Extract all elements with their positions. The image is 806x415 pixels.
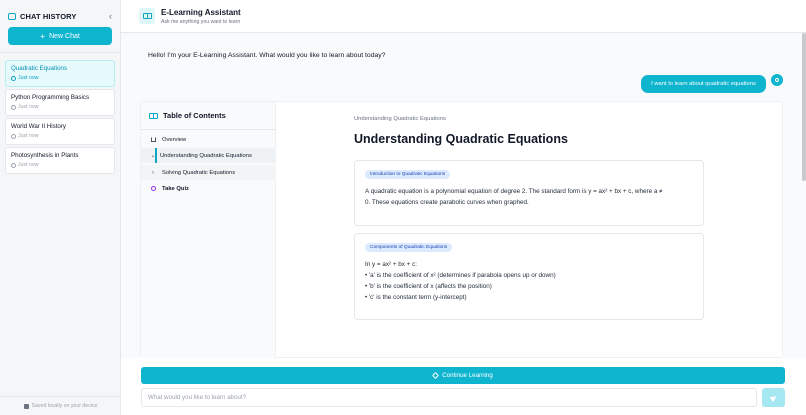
new-chat-button[interactable]: + New Chat (8, 27, 112, 45)
toc-divider (141, 129, 276, 130)
clock-icon (11, 104, 16, 110)
chat-item-time: Just now (11, 104, 109, 110)
card-line: In y = ax² + bx + c: (365, 261, 417, 268)
section-badge: Components of Quadratic Equations (365, 243, 453, 252)
chat-history-item-quadratic[interactable]: Quadratic Equations Just now (5, 60, 115, 87)
card-line: • 'a' is the coefficient of x² (determin… (365, 272, 556, 279)
chat-history-item-photosynthesis[interactable]: Photosynthesis in Plants Just now (5, 147, 115, 174)
card-line: • 'c' is the constant term (y-intercept) (365, 294, 467, 301)
table-of-contents: Table of Contents Overview ⌄ Understandi… (141, 102, 276, 358)
chat-scrollbar[interactable] (802, 33, 806, 181)
chat-history-sidebar: CHAT HISTORY ‹ + New Chat Quadratic Equa… (0, 0, 121, 415)
book-open-icon (149, 112, 158, 119)
saved-locally-text: Saved locally on your device (31, 403, 98, 409)
quiz-icon (147, 186, 159, 191)
toc-item-label: Solving Quadratic Equations (162, 169, 236, 176)
lesson-content: Understanding Quadratic Equations Unders… (276, 102, 784, 358)
send-button[interactable] (762, 388, 785, 407)
card-line: • 'b' is the coefficient of x (affects t… (365, 283, 492, 290)
app-header: E-Learning Assistant Ask me anything you… (121, 0, 806, 33)
chat-input[interactable] (141, 388, 757, 407)
chat-item-time-label: Just now (18, 133, 39, 139)
chat-item-time: Just now (11, 162, 109, 168)
sidebar-footer: Saved locally on your device (0, 396, 121, 415)
chat-item-time-label: Just now (18, 162, 39, 168)
toc-item-quiz[interactable]: Take Quiz (141, 181, 276, 196)
sidebar-title: CHAT HISTORY (20, 11, 77, 21)
breadcrumb: Understanding Quadratic Equations (354, 116, 446, 122)
send-icon (769, 393, 778, 402)
save-icon (23, 403, 29, 409)
lesson-title: Understanding Quadratic Equations (354, 132, 568, 146)
chevron-down-icon: ⌄ (150, 153, 156, 159)
card-text: In y = ax² + bx + c: • 'a' is the coeffi… (365, 259, 695, 303)
card-line: A quadratic equation is a polynomial equ… (365, 188, 663, 195)
chat-bubble-icon (8, 12, 16, 20)
sidebar-divider (0, 52, 121, 53)
new-chat-label: New Chat (49, 32, 80, 40)
toc-title: Table of Contents (163, 111, 226, 120)
chat-item-time-label: Just now (18, 75, 39, 81)
chat-item-title: Quadratic Equations (11, 65, 68, 72)
chevron-right-icon: › (152, 169, 154, 176)
chat-item-title: Photosynthesis in Plants (11, 152, 79, 159)
active-indicator (155, 148, 157, 163)
toc-item-label: Overview (162, 136, 187, 143)
user-icon (775, 78, 779, 82)
sidebar-header: CHAT HISTORY ‹ (8, 10, 114, 22)
toc-item-overview[interactable]: Overview (141, 132, 276, 147)
lesson-card-intro: Introduction to Quadratic Equations A qu… (354, 160, 704, 226)
chat-area[interactable]: Hello! I'm your E-Learning Assistant. Wh… (121, 33, 806, 358)
clock-icon (11, 75, 16, 81)
app-title: E-Learning Assistant (161, 8, 241, 17)
toc-header: Table of Contents (149, 111, 226, 120)
continue-learning-label: Continue Learning (442, 372, 493, 379)
assistant-message: Hello! I'm your E-Learning Assistant. Wh… (148, 52, 386, 59)
section-badge: Introduction to Quadratic Equations (365, 170, 451, 179)
book-icon (139, 8, 155, 24)
clock-icon (11, 162, 16, 168)
user-message: I want to learn about quadratic equation… (641, 75, 766, 93)
toc-item-label: Understanding Quadratic Equations (160, 152, 252, 159)
plus-icon: + (40, 31, 46, 41)
chat-item-time-label: Just now (18, 104, 39, 110)
card-line: 0. These equations create parabolic curv… (365, 199, 529, 206)
chat-history-item-ww2[interactable]: World War II History Just now (5, 118, 115, 145)
sparkle-icon (432, 371, 440, 380)
user-avatar (771, 74, 783, 86)
toc-item-label: Take Quiz (162, 185, 189, 192)
lesson-card-components: Components of Quadratic Equations In y =… (354, 233, 704, 320)
lesson-panel: Table of Contents Overview ⌄ Understandi… (140, 101, 783, 358)
chat-item-title: Python Programming Basics (11, 94, 90, 101)
continue-learning-button[interactable]: Continue Learning (141, 367, 785, 384)
chevron-left-icon[interactable]: ‹ (109, 10, 112, 22)
card-text: A quadratic equation is a polynomial equ… (365, 186, 695, 208)
chat-item-title: World War II History (11, 123, 67, 130)
home-icon (147, 137, 159, 142)
clock-icon (11, 133, 16, 139)
app-subtitle: Ask me anything you want to learn (161, 19, 241, 25)
chat-item-time: Just now (11, 133, 109, 139)
toc-item-understanding[interactable]: ⌄ Understanding Quadratic Equations (141, 148, 276, 163)
toc-item-solving[interactable]: › Solving Quadratic Equations (141, 165, 276, 180)
chat-item-time: Just now (11, 75, 109, 81)
chat-history-item-python[interactable]: Python Programming Basics Just now (5, 89, 115, 116)
